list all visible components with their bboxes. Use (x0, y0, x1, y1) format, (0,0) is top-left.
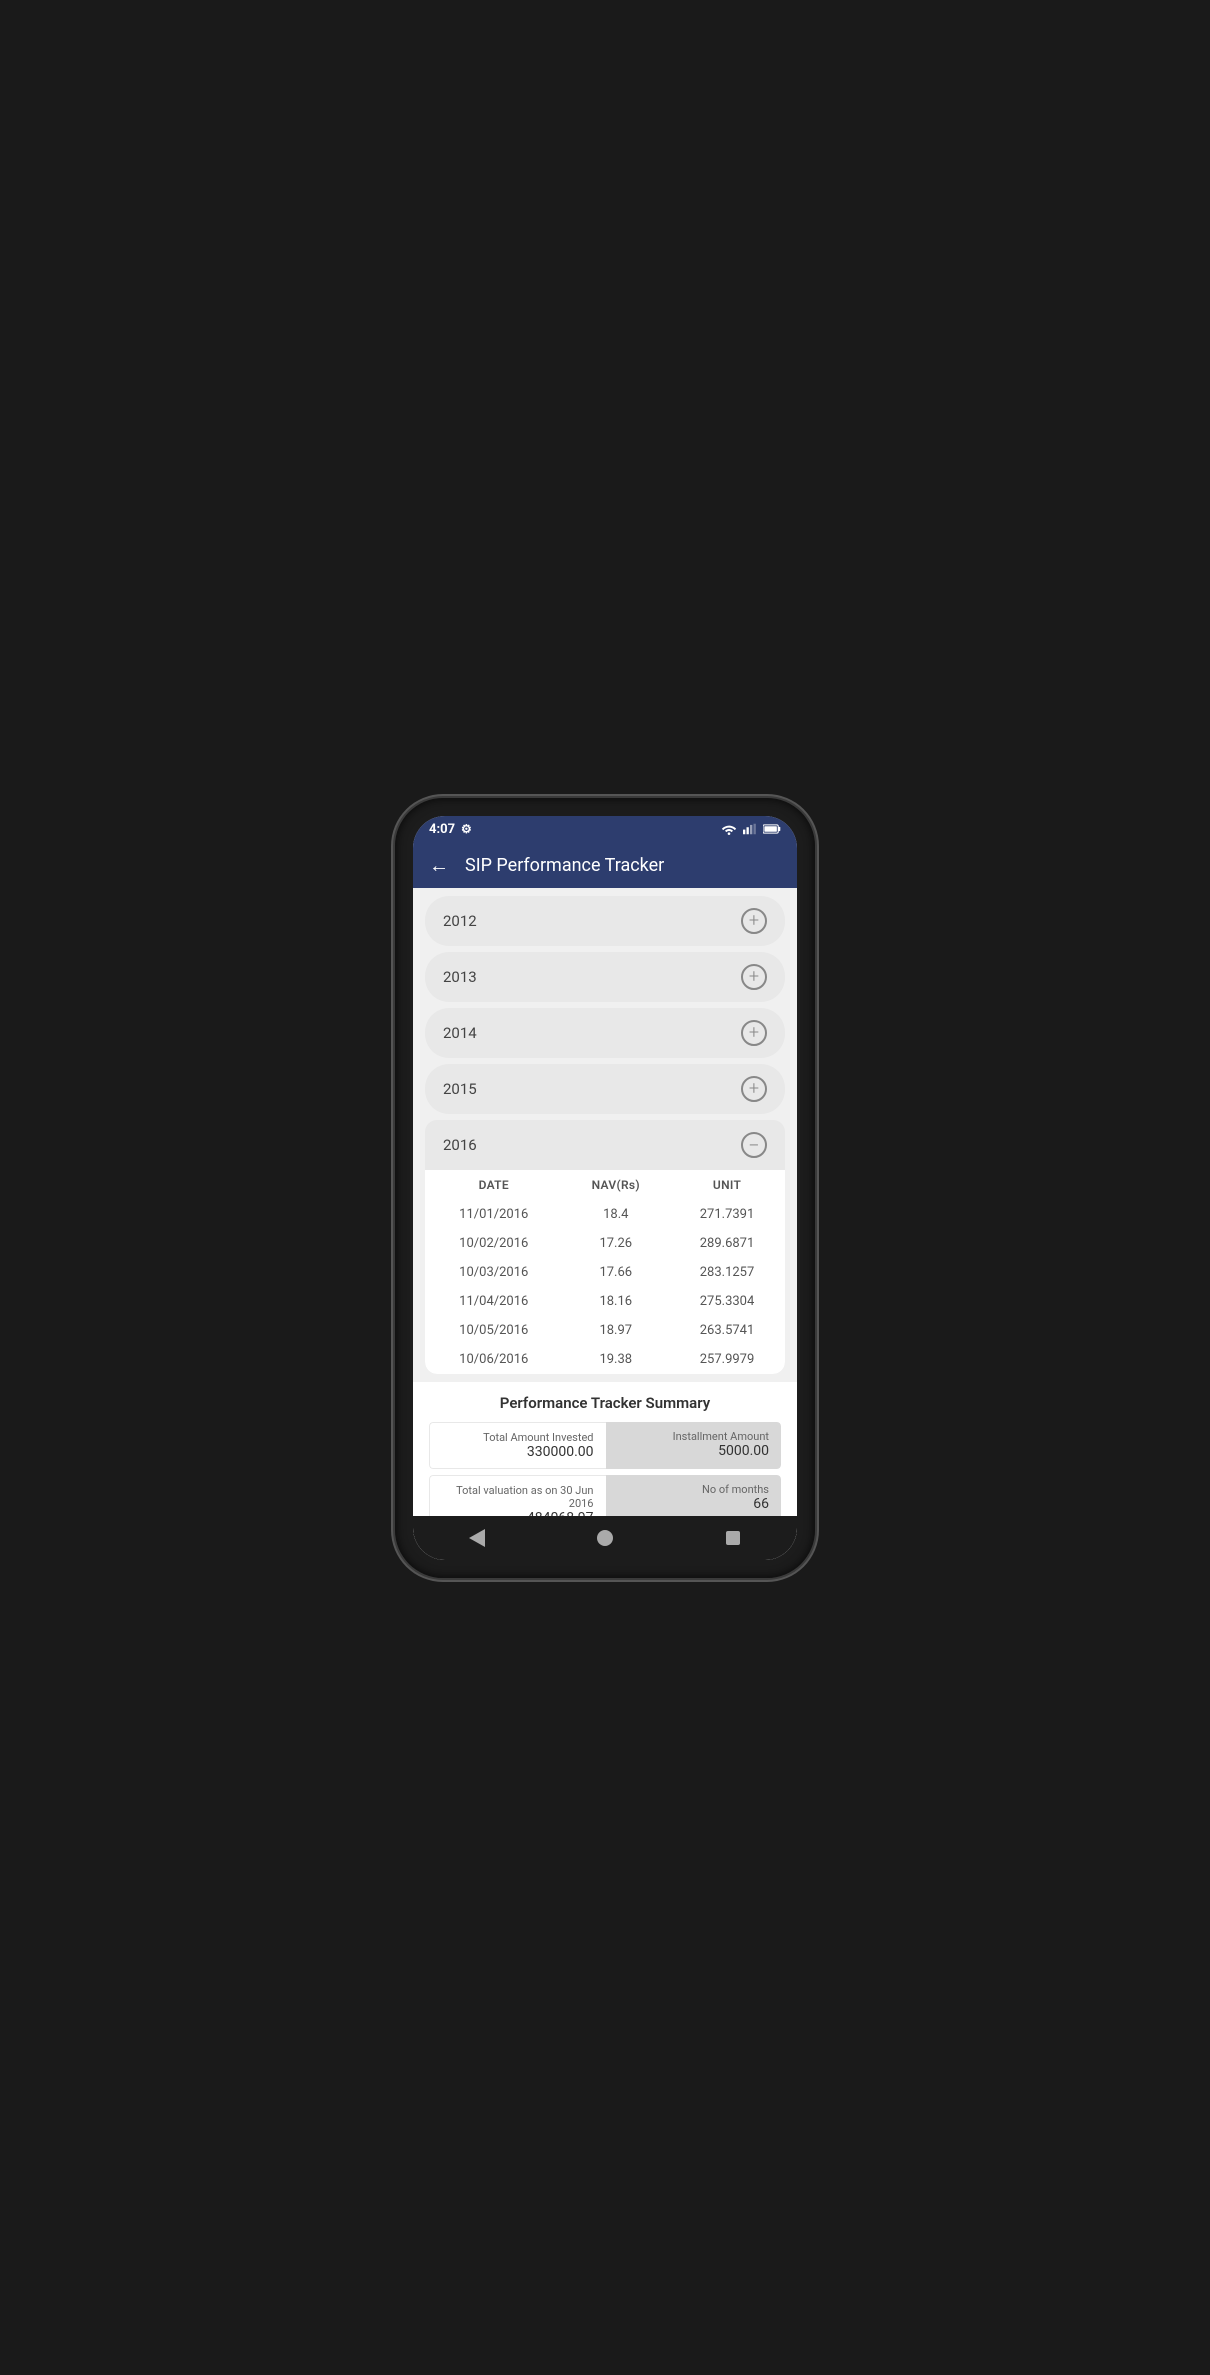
status-right (721, 823, 781, 835)
col-header-date: DATE (425, 1170, 563, 1200)
time-display: 4:07 (429, 822, 455, 837)
invested-label: Total Amount Invested (483, 1431, 593, 1444)
cell-date-1: 10/02/2016 (425, 1229, 563, 1258)
accordion-item-2014: 2014 + (425, 1008, 785, 1058)
table-row: 10/05/201618.97263.5741 (425, 1316, 785, 1345)
valuation-label: Total valuation as on 30 Jun 2016 (442, 1484, 594, 1510)
cell-unit-4: 263.5741 (669, 1316, 785, 1345)
accordion-item-2016: 2016 − DATE NAV(Rs) UNIT (425, 1120, 785, 1374)
col-header-nav: NAV(Rs) (563, 1170, 670, 1200)
cell-nav-4: 18.97 (563, 1316, 670, 1345)
cell-date-3: 11/04/2016 (425, 1287, 563, 1316)
table-2016: DATE NAV(Rs) UNIT 11/01/201618.4271.7391… (425, 1170, 785, 1374)
cell-nav-1: 17.26 (563, 1229, 670, 1258)
accordion-header-2013[interactable]: 2013 + (425, 952, 785, 1002)
cell-unit-3: 275.3304 (669, 1287, 785, 1316)
recents-nav-button[interactable] (723, 1528, 743, 1548)
accordion-header-2015[interactable]: 2015 + (425, 1064, 785, 1114)
installment-value: 5000.00 (718, 1443, 769, 1459)
invested-value: 330000.00 (527, 1444, 594, 1460)
phone-frame: 4:07 ⚙ (395, 798, 815, 1578)
accordion-header-2016[interactable]: 2016 − (425, 1120, 785, 1170)
back-nav-icon (469, 1529, 485, 1547)
cell-unit-0: 271.7391 (669, 1200, 785, 1229)
year-label-2015: 2015 (443, 1080, 477, 1098)
collapse-icon-2016: − (741, 1132, 767, 1158)
cell-date-5: 10/06/2016 (425, 1345, 563, 1374)
summary-row-2: Total valuation as on 30 Jun 2016 484068… (429, 1475, 781, 1516)
year-label-2014: 2014 (443, 1024, 477, 1042)
year-label-2013: 2013 (443, 968, 477, 986)
installment-label: Installment Amount (673, 1430, 769, 1443)
year-label-2016: 2016 (443, 1136, 477, 1154)
settings-icon: ⚙ (461, 822, 472, 836)
col-header-unit: UNIT (669, 1170, 785, 1200)
home-nav-icon (597, 1530, 613, 1546)
accordion-header-2014[interactable]: 2014 + (425, 1008, 785, 1058)
cell-unit-5: 257.9979 (669, 1345, 785, 1374)
valuation-value: 484068.97 (527, 1510, 594, 1516)
nav-bar (413, 1516, 797, 1560)
recents-nav-icon (726, 1531, 740, 1545)
cell-date-2: 10/03/2016 (425, 1258, 563, 1287)
data-table-2016: DATE NAV(Rs) UNIT 11/01/201618.4271.7391… (425, 1170, 785, 1374)
back-nav-button[interactable] (467, 1528, 487, 1548)
cell-date-0: 11/01/2016 (425, 1200, 563, 1229)
status-left: 4:07 ⚙ (429, 822, 472, 837)
accordion-item-2013: 2013 + (425, 952, 785, 1002)
accordion-item-2015: 2015 + (425, 1064, 785, 1114)
wifi-icon (721, 823, 737, 835)
table-row: 11/04/201618.16275.3304 (425, 1287, 785, 1316)
expand-icon-2013: + (741, 964, 767, 990)
table-row: 11/01/201618.4271.7391 (425, 1200, 785, 1229)
page-title: SIP Performance Tracker (465, 855, 664, 876)
expand-icon-2012: + (741, 908, 767, 934)
cell-unit-2: 283.1257 (669, 1258, 785, 1287)
summary-row-1: Total Amount Invested 330000.00 Installm… (429, 1422, 781, 1469)
phone-screen: 4:07 ⚙ (413, 816, 797, 1560)
home-nav-button[interactable] (595, 1528, 615, 1548)
signal-icon (743, 823, 757, 835)
summary-cell-months: No of months 66 (606, 1475, 782, 1516)
status-bar: 4:07 ⚙ (413, 816, 797, 843)
year-label-2012: 2012 (443, 912, 477, 930)
accordion-list: 2012 + 2013 + 2014 + (413, 888, 797, 1382)
top-bar: ← SIP Performance Tracker (413, 843, 797, 888)
content-area: 2012 + 2013 + 2014 + (413, 888, 797, 1516)
cell-unit-1: 289.6871 (669, 1229, 785, 1258)
table-row: 10/02/201617.26289.6871 (425, 1229, 785, 1258)
cell-nav-5: 19.38 (563, 1345, 670, 1374)
accordion-header-2012[interactable]: 2012 + (425, 896, 785, 946)
months-value: 66 (753, 1496, 769, 1512)
cell-nav-0: 18.4 (563, 1200, 670, 1229)
summary-section: Performance Tracker Summary Total Amount… (413, 1382, 797, 1516)
table-row: 10/03/201617.66283.1257 (425, 1258, 785, 1287)
summary-title: Performance Tracker Summary (429, 1394, 781, 1412)
months-label: No of months (702, 1483, 769, 1496)
accordion-item-2012: 2012 + (425, 896, 785, 946)
table-row: 10/06/201619.38257.9979 (425, 1345, 785, 1374)
summary-cell-valuation: Total valuation as on 30 Jun 2016 484068… (429, 1475, 606, 1516)
cell-nav-3: 18.16 (563, 1287, 670, 1316)
back-button[interactable]: ← (429, 853, 449, 878)
battery-icon (763, 823, 781, 835)
summary-cell-invested: Total Amount Invested 330000.00 (429, 1422, 606, 1469)
cell-nav-2: 17.66 (563, 1258, 670, 1287)
summary-cell-installment: Installment Amount 5000.00 (606, 1422, 782, 1469)
expand-icon-2015: + (741, 1076, 767, 1102)
cell-date-4: 10/05/2016 (425, 1316, 563, 1345)
expand-icon-2014: + (741, 1020, 767, 1046)
